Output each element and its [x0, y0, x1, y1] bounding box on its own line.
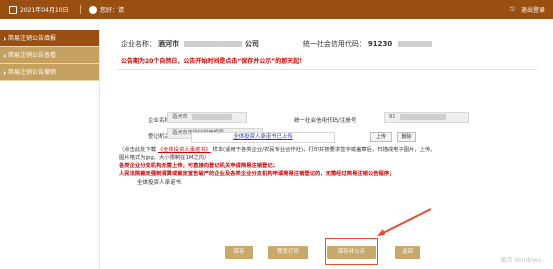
sidebar-item-view[interactable]: 简易注销公告查看: [0, 47, 99, 64]
delete-button[interactable]: 删除: [397, 132, 416, 142]
windows-activation-watermark: 激活 Windows: [500, 257, 541, 264]
divider: [117, 69, 537, 70]
help-suffix: 样本(适用于各类企业/农民专业合作社)，打印并按要求签字或盖章后，扫描成电子图片…: [212, 147, 436, 153]
help-line-2: 图片格式为jpg，大小限制在1M之内）: [119, 155, 210, 161]
save-button[interactable]: 保存: [225, 246, 253, 259]
date-text: 2021年04月10日: [20, 7, 69, 14]
template-download-link[interactable]: 《全体投资人承诺书》: [158, 147, 211, 153]
user-icon: [89, 5, 97, 14]
preview-print-button[interactable]: 预览打印: [268, 246, 308, 259]
upload-label: 全体投资人承诺书: [137, 180, 182, 186]
upload-link-box[interactable]: 全体投资人承诺书已上传: [191, 132, 335, 143]
credit-label: 统一社会信用代码：: [302, 40, 366, 48]
company-value: 酒河市 公司: [158, 39, 259, 49]
user-area: 您好：请: [72, 5, 124, 14]
summary-line: 企业名称： 酒河市 公司 统一社会信用代码： 91230: [121, 38, 541, 50]
sidebar-item-label: 简易注销公告填报: [8, 35, 57, 42]
credit-code-value: 91: [389, 114, 396, 120]
date-area: 2021年04月10日: [9, 5, 69, 14]
credit-value-text: 91230: [367, 40, 393, 48]
help-line-3: 各类企业分支机构无需上传，可直接向登记机关申请简易注销登记；: [119, 163, 278, 169]
credit-value: 91230: [368, 40, 432, 48]
help-prefix: （点击此处下载: [119, 147, 157, 153]
back-button[interactable]: 返回: [395, 246, 420, 259]
company-value-text: 酒河市: [158, 40, 179, 48]
help-section: （点击此处下载 《全体投资人承诺书》 样本(适用于各类企业/农民专业合作社)，打…: [119, 146, 524, 178]
company-name-field: 酒河市: [167, 112, 247, 123]
upload-button[interactable]: 上传: [370, 132, 392, 142]
separator: [80, 5, 81, 14]
redacted-block: [192, 113, 233, 120]
redacted-block: [397, 41, 432, 47]
sidebar: 简易注销公告填报 简易注销公告查看 简易注销公告撤销: [0, 30, 100, 269]
credit-code-field: 91: [384, 112, 469, 123]
credit-code-label: 统一社会信用代码/注册号: [294, 118, 357, 124]
redacted-block: [184, 41, 243, 47]
sidebar-item-fill[interactable]: 简易注销公告填报: [0, 30, 99, 47]
company-label: 企业名称：: [121, 40, 156, 48]
sidebar-item-label: 简易注销公告查看: [8, 52, 57, 59]
user-greeting: 您好：请: [100, 7, 125, 14]
logout-button[interactable]: ⎋ 退出登录: [509, 5, 545, 15]
help-line-1: （点击此处下载 《全体投资人承诺书》 样本(适用于各类企业/农民专业合作社)，打…: [119, 146, 524, 154]
sidebar-item-revoke[interactable]: 简易注销公告撤销: [0, 64, 99, 81]
redacted-block: [400, 113, 447, 120]
help-line-4: 人民法院裁定强制清算或裁定宣告破产的企业及各类企业分支机构申请简易注销登记的，无…: [119, 171, 395, 177]
upload-link[interactable]: 全体投资人承诺书已上传: [233, 134, 292, 140]
company-suffix: 公司: [244, 40, 259, 48]
highlight-box: [325, 238, 378, 265]
annotation-arrow-icon: [377, 208, 432, 236]
company-name-value: 酒河市: [172, 114, 188, 120]
notice-text: 公告期为20个自然日，公告开始时间是点击“保存并公示”的那天起！: [121, 58, 306, 65]
calendar-icon: [9, 5, 17, 14]
sidebar-item-label: 简易注销公告撤销: [8, 69, 57, 76]
logout-icon: ⎋: [509, 5, 515, 13]
top-header: 2021年04月10日 您好：请 ⎋ 退出登录: [0, 0, 553, 19]
logout-label: 退出登录: [520, 7, 545, 14]
main-content: 企业名称： 酒河市 公司 统一社会信用代码： 91230 公告期为20个自然日，…: [101, 30, 553, 269]
